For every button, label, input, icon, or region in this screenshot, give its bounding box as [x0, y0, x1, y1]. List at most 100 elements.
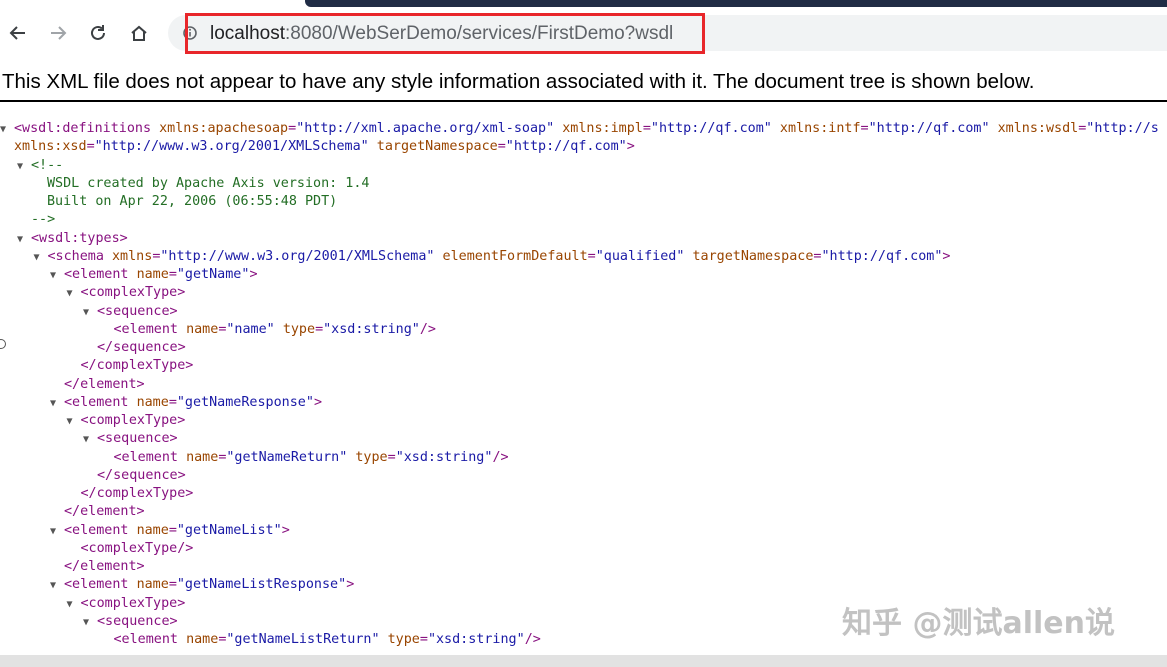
- xml-attr-value: "xsd:string": [323, 321, 420, 337]
- xml-attr-value: "http://www.w3.org/2001/XMLSchema": [94, 139, 369, 155]
- xml-attr-name: elementFormDefault: [442, 248, 588, 264]
- xml-attr-value: "http://qf.com": [650, 121, 772, 136]
- xml-comment-text: Built on Apr 22, 2006 (06:55:48 PDT): [47, 194, 338, 209]
- xml-tree-line: ▼ <sequence>: [83, 303, 178, 321]
- home-icon: [131, 25, 147, 41]
- expand-toggle-icon[interactable]: ▼: [50, 267, 64, 285]
- home-button[interactable]: [124, 18, 154, 48]
- xml-attr-value: "getNameListReturn": [226, 632, 380, 647]
- address-text[interactable]: localhost:8080/WebSerDemo/services/First…: [210, 23, 673, 45]
- url-host: localhost: [210, 23, 285, 44]
- xml-document-tree: ▼ <wsdl:definitions xmlns:apachesoap="htt…: [0, 120, 1167, 650]
- expand-toggle-icon[interactable]: ▼: [83, 431, 97, 449]
- arrow-left-icon: [9, 26, 25, 40]
- xml-attr-name: name: [136, 394, 169, 410]
- xml-attr-name: xmlns:intf: [779, 121, 861, 136]
- xml-tree-line: </sequence>: [97, 467, 186, 485]
- xml-attr-value: "http://qf.com": [868, 121, 990, 136]
- watermark-text: 知乎 @测试allen说: [842, 606, 1115, 641]
- expand-toggle-icon[interactable]: ▼: [17, 158, 31, 176]
- xml-tree-line: xmlns:xsd="http://www.w3.org/2001/XMLSch…: [14, 138, 635, 156]
- xml-tag-text: >: [626, 139, 635, 155]
- xml-tag-text: [772, 121, 780, 136]
- expand-toggle-icon[interactable]: ▼: [67, 285, 81, 303]
- address-bar[interactable]: localhost:8080/WebSerDemo/services/First…: [168, 15, 1167, 51]
- expand-toggle-icon[interactable]: ▼: [83, 304, 97, 322]
- xml-attr-name: name: [136, 522, 169, 538]
- xml-tag-text: [380, 632, 388, 647]
- xml-attr-value: "http://xml.apache.org/xml-soap": [296, 121, 555, 136]
- xml-tag-text: />: [419, 321, 436, 337]
- info-icon[interactable]: [182, 25, 198, 41]
- xml-tag-text: <complexType>: [80, 595, 186, 611]
- xml-tag-text: <sequence>: [97, 303, 178, 319]
- xml-attr-name: xmlns:apachesoap: [159, 121, 289, 136]
- expand-toggle-icon[interactable]: ▼: [0, 121, 14, 139]
- expand-toggle-icon[interactable]: ▼: [67, 596, 81, 614]
- xml-tree-line: </complexType>: [81, 357, 194, 375]
- xml-tree-line: ▼ <element name="getName">: [50, 266, 258, 284]
- xml-attr-value: "getName": [176, 267, 250, 282]
- xml-attr-value: "getNameReturn": [226, 449, 348, 465]
- expand-toggle-icon[interactable]: ▼: [67, 413, 81, 431]
- xml-tree-line: </element>: [64, 558, 145, 576]
- window-top-strip: [0, 0, 1167, 8]
- xml-tag-text: =: [168, 394, 177, 410]
- xml-tree-line: ▼ <schema xmlns = "http://www.w3.org/2001/X…: [34, 248, 951, 266]
- xml-attr-name: targetNamespace: [692, 248, 814, 264]
- xml-tree-line: <element name="getNameReturn" type="xsd:…: [114, 449, 509, 467]
- xml-attr-value: "http://www.w3.org/2001/XMLSchema": [160, 248, 435, 264]
- horizontal-scrollbar[interactable]: [0, 655, 1167, 667]
- xml-tag-text: <element: [64, 522, 137, 538]
- xml-attr-name: name: [186, 449, 219, 465]
- expand-toggle-icon[interactable]: ▼: [17, 231, 31, 249]
- expand-toggle-icon[interactable]: ▼: [34, 249, 48, 267]
- back-button[interactable]: [3, 18, 33, 48]
- expand-toggle-icon[interactable]: ▼: [50, 577, 64, 595]
- xml-attr-name: xmlns: [112, 248, 153, 264]
- url-path: :8080/WebSerDemo/services/FirstDemo?wsdl: [285, 23, 674, 44]
- xml-attr-name: xmlns:xsd: [14, 139, 87, 155]
- expand-toggle-icon[interactable]: ▼: [83, 614, 97, 632]
- xml-tag-text: />: [524, 632, 541, 647]
- xml-tag-text: <schema: [47, 248, 112, 264]
- xml-attr-name: name: [186, 321, 219, 337]
- xml-tree-line: ▼ <complexType>: [67, 284, 186, 302]
- xml-attr-value: "qualified": [595, 248, 685, 264]
- expand-toggle-icon[interactable]: ▼: [50, 523, 64, 541]
- xml-tag-text: =: [587, 248, 596, 264]
- xml-tree-line: ▼ <!--: [17, 157, 63, 175]
- xml-tag-text: =: [168, 577, 177, 593]
- xml-tag-text: </sequence>: [97, 467, 186, 483]
- xml-tag-text: >: [249, 267, 258, 282]
- xml-info-message: This XML file does not appear to have an…: [2, 70, 1035, 93]
- xml-tag-text: =: [860, 121, 869, 136]
- expand-toggle-icon[interactable]: ▼: [50, 395, 64, 413]
- xml-tree-line: <complexType/>: [81, 540, 194, 558]
- xml-tag-text: <sequence>: [97, 431, 178, 447]
- xml-tree-line: </element>: [64, 503, 145, 521]
- xml-tree-line: <element name="getNameListReturn" type="…: [114, 631, 541, 649]
- xml-tag-text: </sequence>: [97, 340, 186, 355]
- xml-attr-value: "getNameListResponse": [176, 577, 347, 593]
- xml-tag-text: =: [86, 139, 95, 155]
- xml-tag-text: >: [313, 394, 322, 410]
- xml-attr-name: xmlns:impl: [562, 121, 643, 136]
- forward-button[interactable]: [43, 18, 73, 48]
- xml-tag-text: </element>: [64, 559, 145, 574]
- xml-tag-text: <element: [113, 449, 187, 465]
- xml-tree-line: ▼ <element name="getNameResponse">: [50, 394, 322, 412]
- xml-tag-text: </complexType>: [80, 358, 194, 374]
- xml-tree-line: ▼ <element name="getNameList">: [50, 522, 290, 540]
- xml-tag-text: <element: [64, 267, 137, 282]
- xml-tag-text: =: [315, 321, 324, 337]
- xml-tree-line: ▼ <sequence>: [83, 613, 178, 631]
- xml-tag-text: =: [168, 522, 177, 538]
- xml-attr-name: name: [186, 632, 219, 647]
- xml-tree-line: Built on Apr 22, 2006 (06:55:48 PDT): [47, 193, 337, 211]
- arrow-right-icon: [51, 26, 67, 40]
- xml-tag-text: =: [419, 632, 428, 647]
- reload-button[interactable]: [83, 18, 113, 48]
- xml-tree-line: </element>: [64, 376, 145, 394]
- xml-attr-name: name: [136, 577, 169, 593]
